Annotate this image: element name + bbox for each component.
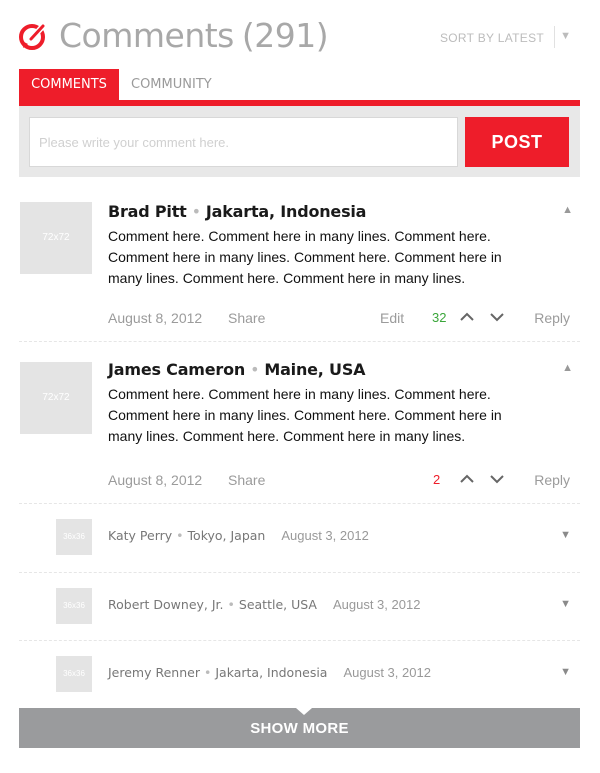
share-link[interactable]: Share (228, 310, 265, 326)
sort-dropdown-label[interactable]: SORT BY LATEST (440, 31, 544, 45)
comment-author-line: James Cameron • Maine, USA (108, 360, 366, 379)
chevron-up-icon[interactable] (459, 308, 475, 326)
edit-link[interactable]: Edit (380, 310, 404, 326)
chevron-up-icon[interactable] (459, 470, 475, 488)
comment-author-name[interactable]: James Cameron (108, 360, 245, 379)
reply-link[interactable]: Reply (534, 310, 570, 326)
separator-dot: • (176, 528, 184, 543)
comment-date: August 8, 2012 (108, 310, 203, 326)
comment-composer: POST (19, 106, 580, 177)
triangle-down-icon[interactable]: ▼ (560, 529, 571, 541)
post-button[interactable]: POST (465, 117, 569, 167)
reply-author-location: Jakarta, Indonesia (215, 665, 328, 680)
caret-down-icon[interactable]: ▼ (560, 30, 571, 42)
comments-header: Comments (291) SORT BY LATEST ▼ (19, 14, 580, 58)
tab-community[interactable]: COMMUNITY (119, 69, 224, 100)
notch-icon (296, 708, 312, 715)
separator-dot: • (227, 597, 235, 612)
comment-item: 72x72 James Cameron • Maine, USA ▲ Comment… (19, 360, 580, 500)
reply-author-line: Robert Downey, Jr. • Seattle, USA August 3,… (108, 597, 420, 612)
chevron-down-icon[interactable] (489, 308, 505, 326)
comment-author-location: Maine, USA (264, 360, 366, 379)
triangle-down-icon[interactable]: ▼ (560, 666, 571, 678)
reply-author-name[interactable]: Robert Downey, Jr. (108, 597, 224, 612)
separator-dot: • (203, 665, 212, 680)
comment-author-name[interactable]: Brad Pitt (108, 202, 187, 221)
comment-body: Comment here. Comment here in many lines… (108, 386, 502, 444)
comment-author-location: Jakarta, Indonesia (205, 202, 367, 221)
comment-input[interactable] (29, 117, 458, 167)
reply-date: August 3, 2012 (281, 528, 369, 543)
comment-meta: August 8, 2012 Share 2 Reply (108, 472, 570, 492)
sort-divider (554, 26, 555, 48)
comment-logo-icon (19, 23, 46, 50)
triangle-up-icon[interactable]: ▲ (562, 362, 573, 374)
divider (19, 341, 580, 342)
triangle-down-icon[interactable]: ▼ (560, 598, 571, 610)
divider (19, 503, 580, 504)
separator-dot: • (250, 360, 260, 379)
reply-author-line: Jeremy Renner • Jakarta, Indonesia August 3… (108, 665, 431, 680)
divider (19, 572, 580, 573)
reply-author-location: Seattle, USA (238, 597, 317, 612)
tab-bar: COMMENTS COMMUNITY (19, 69, 580, 100)
separator-dot: • (191, 202, 201, 221)
avatar[interactable]: 36x36 (56, 656, 92, 692)
reply-item[interactable]: 36x36 Jeremy Renner • Jakarta, Indonesia Au… (19, 656, 580, 692)
avatar[interactable]: 36x36 (56, 588, 92, 624)
avatar[interactable]: 36x36 (56, 519, 92, 555)
avatar[interactable]: 72x72 (20, 362, 92, 434)
comment-author-line: Brad Pitt • Jakarta, Indonesia (108, 202, 366, 221)
reply-item[interactable]: 36x36 Katy Perry • Tokyo, Japan August 3, 2… (19, 519, 580, 555)
avatar[interactable]: 72x72 (20, 202, 92, 274)
comment-meta: August 8, 2012 Share Edit 32 Reply (108, 310, 570, 330)
comment-item: 72x72 Brad Pitt • Jakarta, Indonesia ▲ Com… (19, 202, 580, 342)
divider (19, 640, 580, 641)
reply-author-name[interactable]: Katy Perry (108, 528, 172, 543)
vote-count: 32 (432, 310, 447, 325)
reply-author-location: Tokyo, Japan (187, 528, 266, 543)
reply-link[interactable]: Reply (534, 472, 570, 488)
triangle-up-icon[interactable]: ▲ (562, 204, 573, 216)
reply-author-name[interactable]: Jeremy Renner (108, 665, 200, 680)
chevron-down-icon[interactable] (489, 470, 505, 488)
page-title: Comments (291) (59, 14, 329, 58)
reply-author-line: Katy Perry • Tokyo, Japan August 3, 2012 (108, 528, 369, 543)
page-title-text: Comments (59, 16, 234, 55)
vote-count: 2 (433, 472, 441, 487)
comment-body: Comment here. Comment here in many lines… (108, 228, 502, 286)
reply-date: August 3, 2012 (343, 665, 431, 680)
comment-count: (291) (241, 16, 329, 55)
reply-item[interactable]: 36x36 Robert Downey, Jr. • Seattle, USA Aug… (19, 588, 580, 624)
share-link[interactable]: Share (228, 472, 265, 488)
tab-comments[interactable]: COMMENTS (19, 69, 119, 100)
reply-date: August 3, 2012 (332, 597, 421, 612)
comment-date: August 8, 2012 (108, 472, 203, 488)
